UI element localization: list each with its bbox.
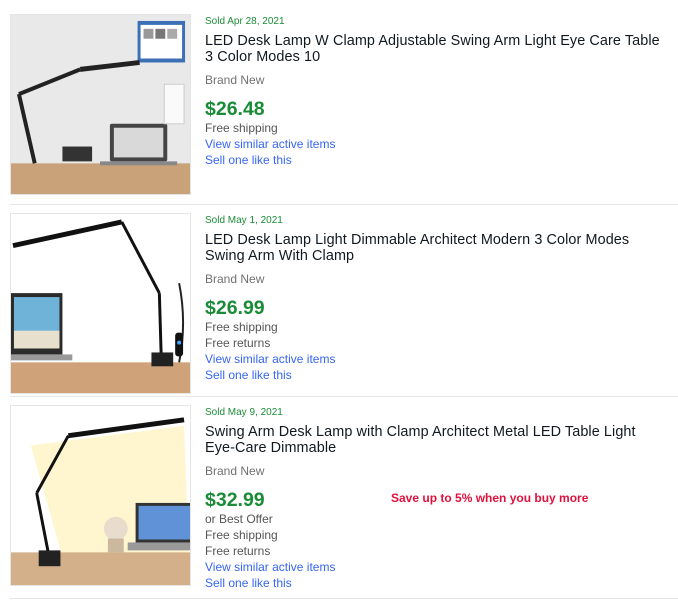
lamp-photo-icon: [11, 406, 190, 585]
view-similar-link[interactable]: View similar active items: [205, 351, 662, 367]
item-title-link[interactable]: Swing Arm Desk Lamp with Clamp Architect…: [205, 424, 662, 456]
lamp-photo-icon: [11, 15, 190, 194]
sold-date: Sold Apr 28, 2021: [205, 16, 285, 27]
item-condition: Brand New: [205, 73, 265, 87]
view-similar-link[interactable]: View similar active items: [205, 559, 662, 575]
shipping-info: Free shipping: [205, 320, 278, 334]
sell-one-link[interactable]: Sell one like this: [205, 367, 662, 383]
shipping-info: Free shipping: [205, 121, 278, 135]
product-image[interactable]: [10, 213, 191, 394]
listing-item: Sold May 1, 2021 LED Desk Lamp Light Dim…: [0, 205, 670, 398]
listing-item: Sold Apr 28, 2021 LED Desk Lamp W Clamp …: [0, 0, 670, 205]
sold-date: Sold May 9, 2021: [205, 407, 283, 418]
sell-one-link[interactable]: Sell one like this: [205, 152, 662, 168]
best-offer-info: or Best Offer: [205, 512, 273, 526]
item-price: $26.99: [205, 297, 265, 319]
item-title-link[interactable]: LED Desk Lamp W Clamp Adjustable Swing A…: [205, 33, 662, 65]
sold-date: Sold May 1, 2021: [205, 215, 283, 226]
listing-item: Sold May 9, 2021 Swing Arm Desk Lamp wit…: [0, 397, 670, 600]
view-similar-link[interactable]: View similar active items: [205, 136, 662, 152]
promo-message: Save up to 5% when you buy more: [391, 491, 589, 505]
returns-info: Free returns: [205, 336, 271, 350]
item-price: $26.48: [205, 98, 265, 120]
sell-one-link[interactable]: Sell one like this: [205, 575, 662, 591]
item-title-link[interactable]: LED Desk Lamp Light Dimmable Architect M…: [205, 232, 662, 264]
product-image[interactable]: [10, 14, 191, 195]
item-condition: Brand New: [205, 272, 265, 286]
shipping-info: Free shipping: [205, 528, 278, 542]
product-image[interactable]: [10, 405, 191, 586]
item-condition: Brand New: [205, 464, 265, 478]
divider: [10, 598, 678, 599]
returns-info: Free returns: [205, 544, 271, 558]
lamp-photo-icon: [11, 214, 190, 393]
